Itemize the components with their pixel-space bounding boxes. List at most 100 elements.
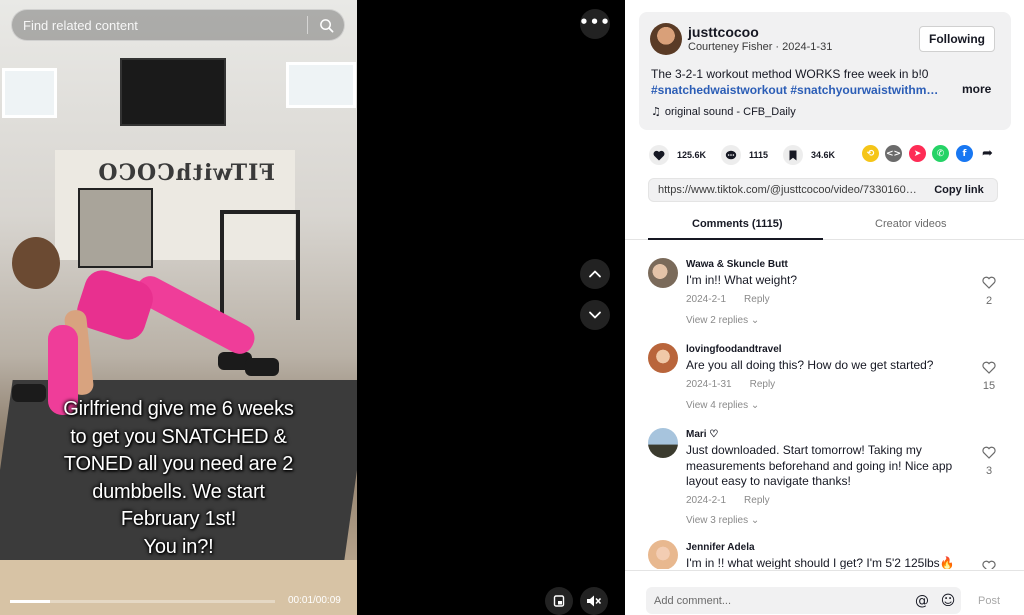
search-bar[interactable] xyxy=(11,9,345,41)
more-button[interactable]: more xyxy=(962,82,991,96)
video-stage[interactable]: FITwithCOCO Girlfriend give me 6 weeks t… xyxy=(0,0,625,615)
heart-icon xyxy=(649,145,669,165)
comment-author[interactable]: lovingfoodandtravel xyxy=(686,344,782,355)
hashtags[interactable]: #snatchedwaistworkout #snatchyourwaistwi… xyxy=(651,82,941,98)
app-root: FITwithCOCO Girlfriend give me 6 weeks t… xyxy=(0,0,1024,615)
post-description: The 3-2-1 workout method WORKS free week… xyxy=(651,66,941,98)
video-caption: Girlfriend give me 6 weeks to get you SN… xyxy=(0,396,357,561)
search-icon xyxy=(319,18,333,32)
dumbbell xyxy=(245,358,279,376)
comment-author[interactable]: Mari ♡ xyxy=(686,429,718,440)
music-note-icon: ♫ xyxy=(651,105,661,118)
comment-text: I'm in !! what weight should I get? I'm … xyxy=(686,556,955,569)
post-comment-button[interactable]: Post xyxy=(978,595,1000,607)
emoji-icon[interactable]: ☺ xyxy=(935,593,961,609)
view-replies-label: View 3 replies xyxy=(686,515,749,526)
mention-icon[interactable]: @ xyxy=(909,593,935,609)
author-username[interactable]: justtcocoo xyxy=(688,24,759,40)
tab-comments[interactable]: Comments (1115) xyxy=(692,218,782,230)
room-window-left xyxy=(2,68,57,118)
view-replies-button[interactable]: View 4 replies ⌄ xyxy=(686,400,759,411)
save-count: 34.6K xyxy=(811,150,836,160)
comment-meta: 2024-2-1 Reply xyxy=(686,294,788,305)
comment-input[interactable] xyxy=(646,594,909,607)
heart-outline-icon xyxy=(982,560,996,569)
comment-like-count: 15 xyxy=(982,380,996,392)
comment-text: I'm in!! What weight? xyxy=(686,273,797,287)
sound-name: original sound - CFB_Daily xyxy=(664,106,796,118)
whatsapp-icon[interactable]: ✆ xyxy=(932,145,949,162)
comment-list: Wawa & Skuncle Butt I'm in!! What weight… xyxy=(625,241,1024,569)
comment-author[interactable]: Wawa & Skuncle Butt xyxy=(686,259,788,270)
comment-author[interactable]: Jennifer Adela xyxy=(686,542,755,553)
comment-date: 2024-2-1 xyxy=(686,294,727,305)
active-tab-indicator xyxy=(648,238,823,240)
more-options-button[interactable]: ••• xyxy=(579,9,611,39)
view-replies-button[interactable]: View 3 replies ⌄ xyxy=(686,515,759,526)
avatar[interactable] xyxy=(648,258,678,288)
reply-button[interactable]: Reply xyxy=(744,294,770,305)
avatar[interactable] xyxy=(648,540,678,569)
comment-like-button[interactable]: 2 xyxy=(978,276,1000,307)
view-replies-button[interactable]: View 2 replies ⌄ xyxy=(686,315,759,326)
author-display-name: Courteney Fisher xyxy=(688,41,773,53)
share-arrow-icon[interactable]: ➦ xyxy=(979,145,996,162)
workout-figure xyxy=(12,237,260,415)
repost-icon[interactable]: ⟲ xyxy=(862,145,879,162)
caption-line: TONED all you need are 2 xyxy=(63,453,294,475)
avatar[interactable] xyxy=(648,428,678,458)
comment-like-button[interactable] xyxy=(978,560,1000,569)
facebook-icon[interactable]: f xyxy=(956,145,973,162)
comment-date: 2024-1-31 xyxy=(686,379,732,390)
comment-button[interactable]: 1115 xyxy=(721,145,768,165)
search-input[interactable] xyxy=(12,17,307,33)
chevron-down-icon: ⌄ xyxy=(750,515,760,526)
panel-tabs: Comments (1115) Creator videos xyxy=(625,210,1024,240)
sound-link[interactable]: ♫ original sound - CFB_Daily xyxy=(651,105,796,118)
like-button[interactable]: 125.6K xyxy=(649,145,706,165)
comment-meta: 2024-1-31 Reply xyxy=(686,379,793,390)
video-player[interactable]: FITwithCOCO Girlfriend give me 6 weeks t… xyxy=(0,0,357,615)
embed-icon[interactable]: <> xyxy=(885,145,902,162)
comment-box[interactable]: @ ☺ xyxy=(646,587,961,614)
copy-link-button[interactable]: Copy link xyxy=(921,184,997,196)
comment-like-button[interactable]: 3 xyxy=(978,446,1000,477)
caption-line: Girlfriend give me 6 weeks xyxy=(63,398,294,420)
comment-like-count: 2 xyxy=(985,295,993,307)
send-icon[interactable]: ➤ xyxy=(909,145,926,162)
author-avatar[interactable] xyxy=(650,23,682,55)
comment-meta: 2024-2-1 Reply xyxy=(686,495,788,506)
video-timecode: 00:01/00:09 xyxy=(288,595,341,606)
post-info-card: justtcocoo Courteney Fisher · 2024-1-31 … xyxy=(639,12,1011,130)
heart-outline-icon xyxy=(982,276,996,289)
avatar[interactable] xyxy=(648,343,678,373)
previous-video-button[interactable] xyxy=(580,259,610,289)
wall-tv xyxy=(120,58,226,126)
save-button[interactable]: 34.6K xyxy=(783,145,835,165)
caption-line: February 1st! xyxy=(120,508,237,530)
caption-line: You in?! xyxy=(143,535,214,558)
search-button[interactable] xyxy=(308,9,344,41)
pip-button[interactable] xyxy=(545,587,573,615)
mute-button[interactable] xyxy=(580,587,608,615)
chevron-down-icon xyxy=(589,311,601,319)
comment-like-button[interactable]: 15 xyxy=(978,361,1000,392)
tab-creator-videos[interactable]: Creator videos xyxy=(875,218,947,230)
video-url: https://www.tiktok.com/@justtcocoo/video… xyxy=(658,184,921,196)
wood-floor xyxy=(0,560,357,615)
picture-in-picture-icon xyxy=(553,595,565,607)
video-progress-bar[interactable] xyxy=(10,600,275,603)
details-panel: justtcocoo Courteney Fisher · 2024-1-31 … xyxy=(625,0,1024,615)
heart-outline-icon xyxy=(982,361,996,374)
post-date: 2024-1-31 xyxy=(782,41,833,53)
reply-button[interactable]: Reply xyxy=(750,379,776,390)
chevron-up-icon xyxy=(589,270,601,278)
following-button[interactable]: Following xyxy=(919,26,995,52)
chevron-down-icon: ⌄ xyxy=(750,315,760,326)
next-video-button[interactable] xyxy=(580,300,610,330)
more-dots-icon: ••• xyxy=(579,12,611,31)
reply-button[interactable]: Reply xyxy=(744,495,770,506)
comment-text: Are you all doing this? How do we get st… xyxy=(686,358,934,372)
caption-line: dumbbells. We start xyxy=(92,480,265,503)
heart-outline-icon xyxy=(982,446,996,459)
